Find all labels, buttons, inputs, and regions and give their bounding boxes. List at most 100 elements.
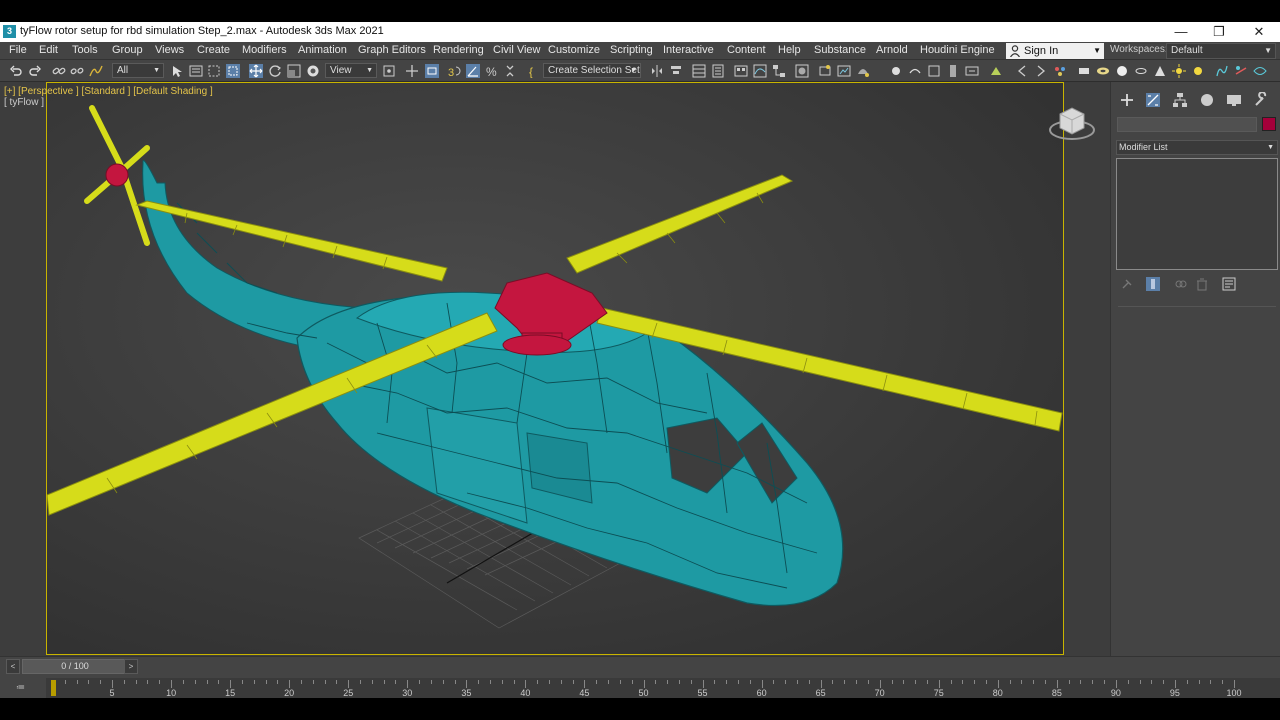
spinner-snap-icon[interactable] bbox=[503, 64, 517, 78]
create-tab-icon[interactable] bbox=[1119, 92, 1135, 108]
bind-space-warp-icon[interactable] bbox=[89, 64, 103, 78]
tyflow-preview-icon[interactable] bbox=[1253, 64, 1267, 78]
modify-tab-icon[interactable] bbox=[1145, 92, 1161, 108]
show-end-result-icon[interactable] bbox=[1146, 277, 1160, 291]
undo-icon[interactable] bbox=[9, 64, 23, 78]
keyboard-shortcut-override-icon[interactable] bbox=[425, 64, 439, 78]
next-frame-button[interactable]: > bbox=[124, 659, 138, 674]
create-helpers-icon[interactable] bbox=[927, 64, 941, 78]
close-button[interactable]: ✕ bbox=[1240, 22, 1278, 42]
time-slider[interactable]: < 0 / 100 > bbox=[6, 659, 138, 674]
render-production-icon[interactable] bbox=[856, 64, 870, 78]
hierarchy-tab-icon[interactable] bbox=[1172, 92, 1188, 108]
align-icon[interactable] bbox=[669, 64, 683, 78]
menu-create[interactable]: Create bbox=[197, 44, 230, 56]
unlink-icon[interactable] bbox=[70, 64, 84, 78]
arrow-right-icon[interactable] bbox=[1034, 64, 1048, 78]
restore-button[interactable]: ❐ bbox=[1200, 22, 1238, 42]
material-editor-icon[interactable] bbox=[795, 64, 809, 78]
menu-rendering[interactable]: Rendering bbox=[433, 44, 484, 56]
angle-snap-icon[interactable] bbox=[466, 64, 480, 78]
mirror-icon[interactable] bbox=[650, 64, 664, 78]
arrow-left-icon[interactable] bbox=[1015, 64, 1029, 78]
viewcube-icon[interactable] bbox=[1048, 102, 1096, 142]
menu-graph-editors[interactable]: Graph Editors bbox=[358, 44, 426, 56]
menu-content[interactable]: Content bbox=[727, 44, 766, 56]
mini-curve-editor-icon[interactable]: ≔ bbox=[16, 682, 25, 693]
percent-snap-icon[interactable]: % bbox=[485, 64, 499, 78]
create-geometry-icon[interactable] bbox=[889, 64, 903, 78]
minimize-button[interactable]: — bbox=[1162, 22, 1200, 42]
menu-civil-view[interactable]: Civil View bbox=[493, 44, 540, 56]
object-color-swatch[interactable] bbox=[1262, 117, 1276, 131]
configure-modifier-sets-icon[interactable] bbox=[1222, 277, 1236, 291]
pin-stack-icon[interactable] bbox=[1120, 277, 1134, 291]
object-name-field[interactable] bbox=[1117, 117, 1257, 132]
menu-animation[interactable]: Animation bbox=[298, 44, 347, 56]
select-and-place-icon[interactable] bbox=[306, 64, 320, 78]
named-selection-dropdown[interactable]: Create Selection Set ▼ bbox=[543, 63, 641, 78]
pivot-center-icon[interactable] bbox=[382, 64, 396, 78]
create-spacewarps-icon[interactable] bbox=[946, 64, 960, 78]
cone-primitive-icon[interactable] bbox=[1153, 64, 1167, 78]
menu-scripting[interactable]: Scripting bbox=[610, 44, 653, 56]
menu-arnold[interactable]: Arnold bbox=[876, 44, 908, 56]
cylinder-primitive-icon[interactable] bbox=[1134, 64, 1148, 78]
menu-interactive[interactable]: Interactive bbox=[663, 44, 714, 56]
selection-filter-dropdown[interactable]: All ▼ bbox=[112, 63, 164, 78]
rectangular-selection-icon[interactable] bbox=[207, 64, 221, 78]
display-tab-icon[interactable] bbox=[1226, 92, 1242, 108]
sphere-primitive-icon[interactable] bbox=[1115, 64, 1129, 78]
select-by-name-icon[interactable] bbox=[189, 64, 203, 78]
select-and-move-icon[interactable] bbox=[249, 64, 263, 78]
modifier-list-dropdown[interactable]: Modifier List ▼ bbox=[1116, 140, 1278, 155]
menu-houdini-engine[interactable]: Houdini Engine bbox=[920, 44, 995, 56]
snaps-toggle-icon[interactable]: 3 bbox=[447, 64, 461, 78]
menu-help[interactable]: Help bbox=[778, 44, 801, 56]
schematic-view-icon[interactable] bbox=[772, 64, 786, 78]
layer-explorer-icon[interactable] bbox=[711, 64, 725, 78]
workspace-select[interactable]: Default ▼ bbox=[1166, 43, 1276, 59]
menu-views[interactable]: Views bbox=[155, 44, 184, 56]
reference-coordinate-dropdown[interactable]: View ▼ bbox=[325, 63, 377, 78]
particle-view-icon[interactable] bbox=[1053, 64, 1067, 78]
sun-light-icon[interactable] bbox=[1172, 64, 1186, 78]
menu-edit[interactable]: Edit bbox=[39, 44, 58, 56]
curve-editor-icon[interactable] bbox=[753, 64, 767, 78]
menu-customize[interactable]: Customize bbox=[548, 44, 600, 56]
select-and-rotate-icon[interactable] bbox=[268, 64, 282, 78]
menu-substance[interactable]: Substance bbox=[814, 44, 866, 56]
make-unique-icon[interactable] bbox=[1174, 277, 1188, 291]
menu-group[interactable]: Group bbox=[112, 44, 143, 56]
scene-explorer-icon[interactable] bbox=[692, 64, 706, 78]
viewport-label[interactable]: [+] [Perspective ] [Standard ] [Default … bbox=[4, 86, 213, 97]
omni-light-icon[interactable] bbox=[1191, 64, 1205, 78]
create-systems-icon[interactable] bbox=[965, 64, 979, 78]
rendered-frame-window-icon[interactable] bbox=[837, 64, 851, 78]
edit-named-selection-icon[interactable]: { bbox=[528, 64, 542, 78]
modeling-tool-icon[interactable] bbox=[989, 64, 1003, 78]
menu-modifiers[interactable]: Modifiers bbox=[242, 44, 287, 56]
remove-modifier-icon[interactable] bbox=[1195, 277, 1209, 291]
sign-in-dropdown[interactable]: Sign In ▼ bbox=[1006, 43, 1104, 59]
render-setup-icon[interactable] bbox=[818, 64, 832, 78]
ribbon-toggle-icon[interactable] bbox=[734, 64, 748, 78]
previous-frame-button[interactable]: < bbox=[6, 659, 20, 674]
link-icon[interactable] bbox=[52, 64, 66, 78]
utilities-tab-icon[interactable] bbox=[1253, 92, 1269, 108]
select-object-icon[interactable] bbox=[170, 64, 184, 78]
perspective-viewport[interactable] bbox=[46, 82, 1064, 655]
create-shapes-icon[interactable] bbox=[908, 64, 922, 78]
torus-primitive-icon[interactable] bbox=[1096, 64, 1110, 78]
tyflow-tools-icon[interactable] bbox=[1234, 64, 1248, 78]
window-crossing-icon[interactable] bbox=[226, 64, 240, 78]
modifier-stack[interactable] bbox=[1116, 158, 1278, 270]
plane-primitive-icon[interactable] bbox=[1077, 64, 1091, 78]
menu-file[interactable]: File bbox=[9, 44, 27, 56]
menu-tools[interactable]: Tools bbox=[72, 44, 98, 56]
current-frame-marker[interactable] bbox=[51, 680, 56, 696]
redo-icon[interactable] bbox=[28, 64, 42, 78]
select-manipulate-icon[interactable] bbox=[405, 64, 419, 78]
tyflow-icon[interactable] bbox=[1215, 64, 1229, 78]
select-and-scale-icon[interactable] bbox=[287, 64, 301, 78]
